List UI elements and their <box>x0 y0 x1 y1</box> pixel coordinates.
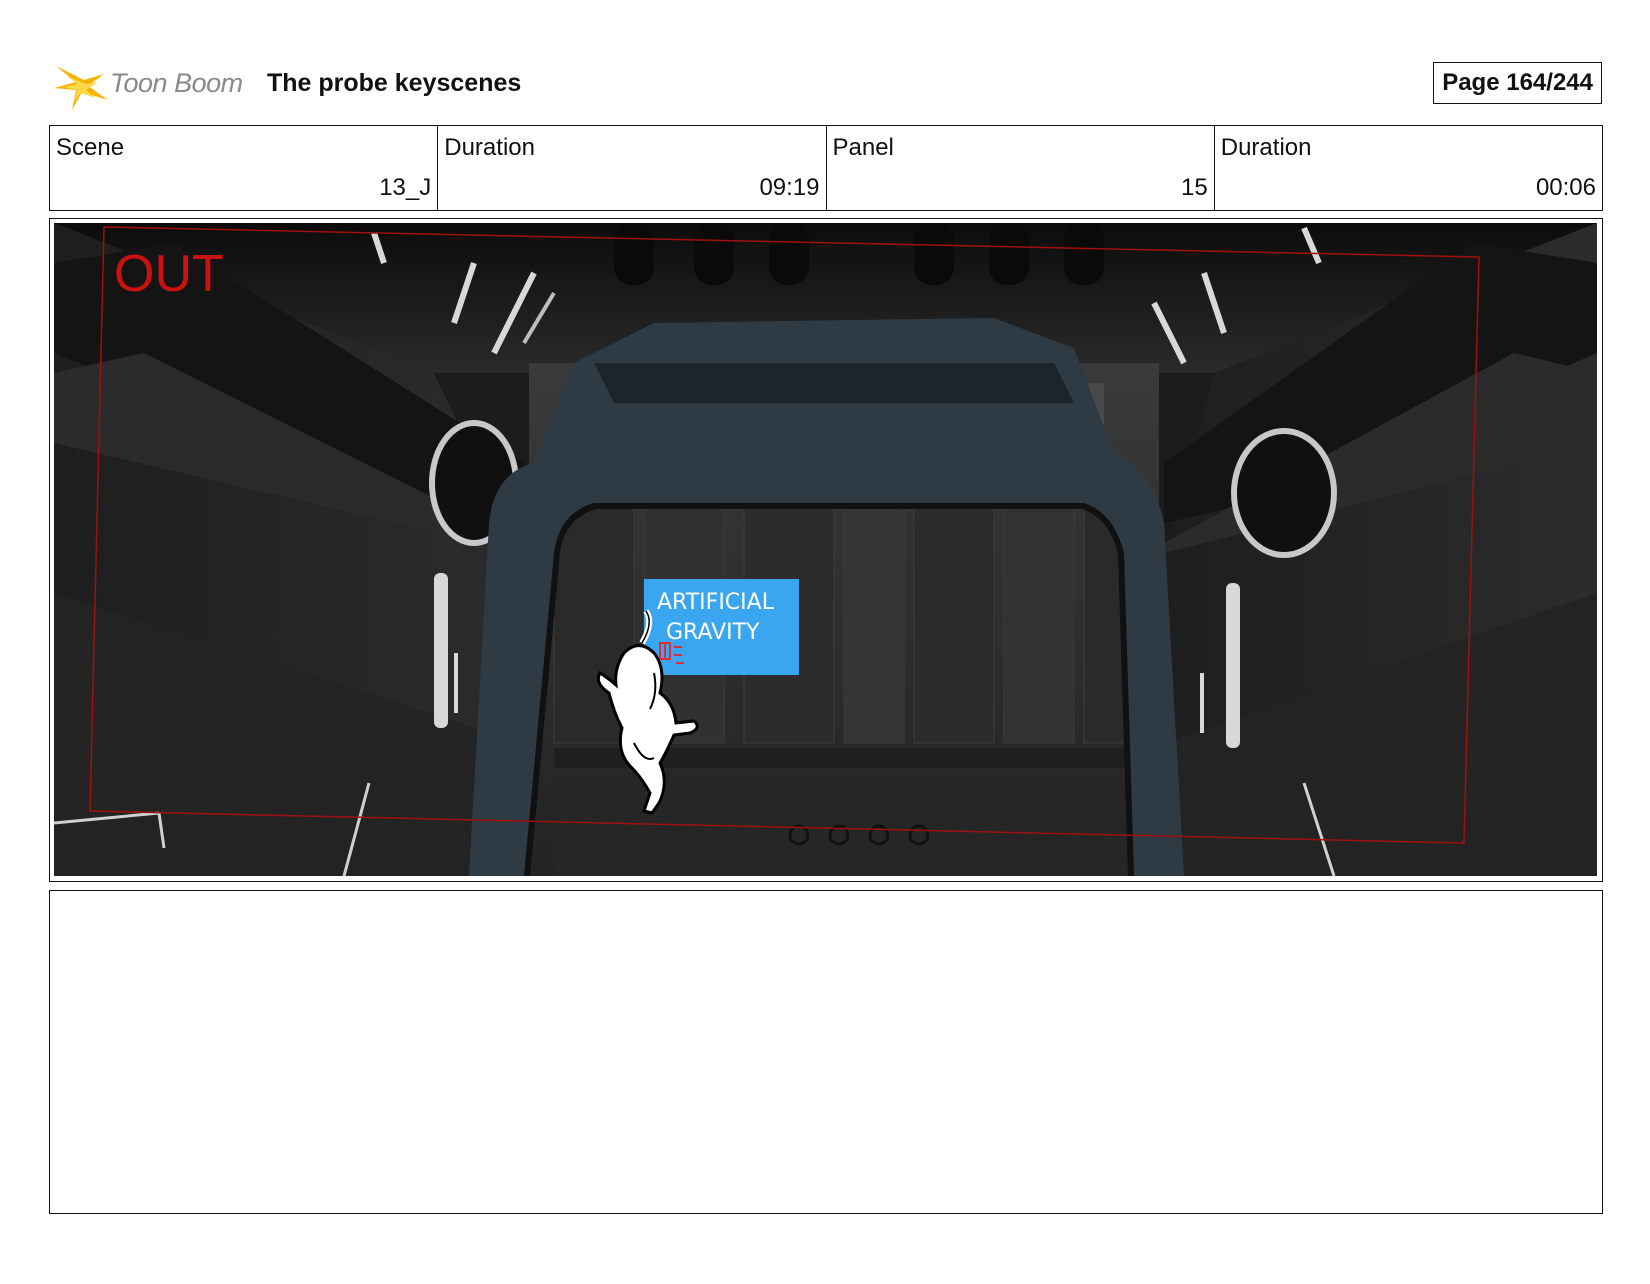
panel-duration-cell: Duration 00:06 <box>1215 126 1602 210</box>
spark-icon <box>54 66 108 110</box>
scene-info-table: Scene 13_J Duration 09:19 Panel 15 Durat… <box>49 125 1603 211</box>
document-title: The probe keyscenes <box>267 69 522 97</box>
scene-duration-label: Duration <box>444 134 535 161</box>
panel-image: ARTIFICIAL GRAVITY OUT <box>54 223 1597 876</box>
scene-duration-value: 09:19 <box>759 174 820 201</box>
toon-boom-logo: Toon Boom <box>52 58 252 112</box>
sign-text-line1: ARTIFICIAL <box>657 590 775 615</box>
panel-duration-label: Duration <box>1220 134 1312 161</box>
panel-cell: Panel 15 <box>827 126 1215 210</box>
corridor-scene: ARTIFICIAL GRAVITY OUT <box>54 223 1597 876</box>
panel-value: 15 <box>1181 174 1208 201</box>
panel-label: Panel <box>832 134 894 161</box>
sign-text-line2: GRAVITY <box>666 620 760 645</box>
out-annotation: OUT <box>114 245 224 303</box>
scene-duration-cell: Duration 09:19 <box>438 126 827 210</box>
panel-notes <box>49 890 1603 1214</box>
panel-duration-value: 00:06 <box>1535 174 1596 201</box>
storyboard-panel: ARTIFICIAL GRAVITY OUT <box>49 218 1603 882</box>
scene-cell: Scene 13_J <box>50 126 439 210</box>
scene-value: 13_J <box>379 174 432 201</box>
page-header: Toon Boom The probe keyscenes Page 164/2… <box>50 58 1602 112</box>
logo-text: Toon Boom <box>110 68 243 98</box>
scene-label: Scene <box>56 134 125 161</box>
page-number: Page 164/244 <box>1433 62 1602 104</box>
